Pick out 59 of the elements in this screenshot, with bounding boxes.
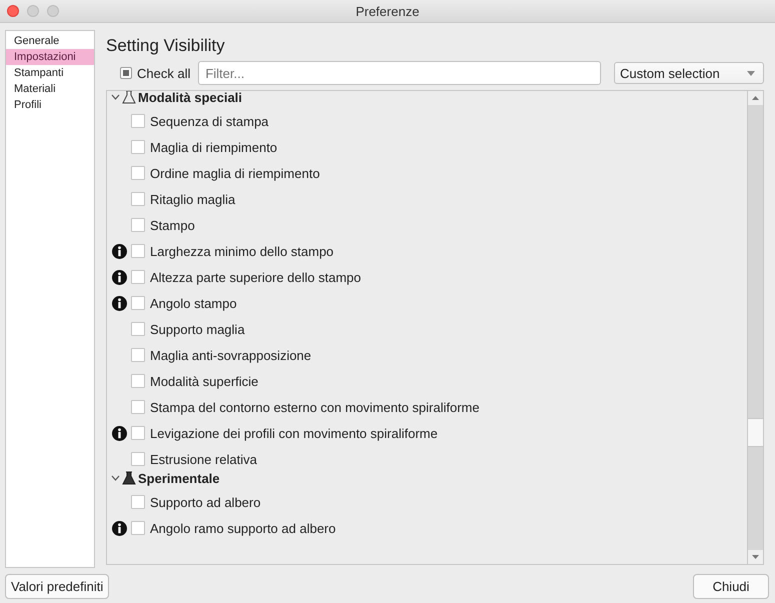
setting-checkbox[interactable] <box>131 426 145 440</box>
window-title: Preferenze <box>356 4 420 18</box>
setting-label: Ritaglio maglia <box>150 192 236 206</box>
setting-checkbox[interactable] <box>131 452 145 466</box>
setting-checkbox[interactable] <box>131 495 145 509</box>
close-button[interactable]: Chiudi <box>693 574 769 599</box>
scroll-down-icon[interactable] <box>752 555 759 559</box>
sidebar-item[interactable]: Impostazioni <box>6 49 94 65</box>
setting-checkbox[interactable] <box>131 140 145 154</box>
sidebar-item[interactable]: Stampanti <box>6 65 94 81</box>
zoom-window-button[interactable] <box>47 5 59 17</box>
setting-checkbox[interactable] <box>131 166 145 180</box>
setting-checkbox[interactable] <box>131 348 145 362</box>
scroll-up-icon[interactable] <box>752 96 759 100</box>
setting-label: Modalità superficie <box>150 374 258 388</box>
group-title: Sperimentale <box>138 470 220 486</box>
scrollbar[interactable] <box>747 91 763 564</box>
setting-label: Stampa del contorno esterno con movimento spiraliforme <box>150 400 480 414</box>
sidebar-item[interactable]: Materiali <box>6 81 94 97</box>
filter-field[interactable]: Filter... <box>198 61 601 85</box>
setting-label: Altezza parte superiore dello stampo <box>150 270 362 284</box>
setting-label: Stampo <box>150 218 195 232</box>
check-all-checkbox[interactable] <box>120 67 132 79</box>
sidebar-item[interactable]: Generale <box>6 33 94 49</box>
sidebar-item[interactable]: Profili <box>6 97 94 113</box>
setting-label: Ordine maglia di riempimento <box>150 166 320 180</box>
group-title: Modalità speciali <box>138 91 242 104</box>
setting-label: Angolo ramo supporto ad albero <box>150 520 336 536</box>
minimize-window-button[interactable] <box>27 5 39 17</box>
setting-label: Supporto maglia <box>150 322 245 336</box>
preset-dropdown[interactable]: Custom selection <box>614 62 764 84</box>
defaults-button[interactable]: Valori predefiniti <box>5 574 110 599</box>
setting-label: Sequenza di stampa <box>150 114 269 128</box>
setting-checkbox[interactable] <box>131 374 145 388</box>
setting-label: Angolo stampo <box>150 296 237 310</box>
setting-checkbox[interactable] <box>131 296 145 310</box>
flask-icon <box>122 91 136 104</box>
chevron-icon[interactable] <box>111 94 120 100</box>
setting-checkbox[interactable] <box>131 270 145 284</box>
flask-icon <box>122 471 136 485</box>
setting-checkbox[interactable] <box>131 114 145 128</box>
setting-label: Larghezza minimo dello stampo <box>150 244 334 258</box>
setting-checkbox[interactable] <box>131 218 145 232</box>
setting-label: Levigazione dei profili con movimento spiraliforme <box>150 426 438 440</box>
setting-label: Supporto ad albero <box>150 494 261 510</box>
close-window-button[interactable] <box>7 5 19 17</box>
setting-checkbox[interactable] <box>131 322 145 336</box>
check-all-label: Check all <box>137 66 190 80</box>
setting-label: Estrusione relativa <box>150 452 257 466</box>
setting-label: Maglia anti-sovrapposizione <box>150 348 312 362</box>
setting-checkbox[interactable] <box>131 400 145 414</box>
setting-checkbox[interactable] <box>131 192 145 206</box>
chevron-icon[interactable] <box>111 475 120 481</box>
caret-icon <box>747 70 755 76</box>
scroll-thumb[interactable] <box>748 418 763 447</box>
setting-checkbox[interactable] <box>131 244 145 258</box>
setting-checkbox[interactable] <box>131 521 145 535</box>
page-heading: Setting Visibility <box>106 36 225 56</box>
setting-label: Maglia di riempimento <box>150 140 278 154</box>
